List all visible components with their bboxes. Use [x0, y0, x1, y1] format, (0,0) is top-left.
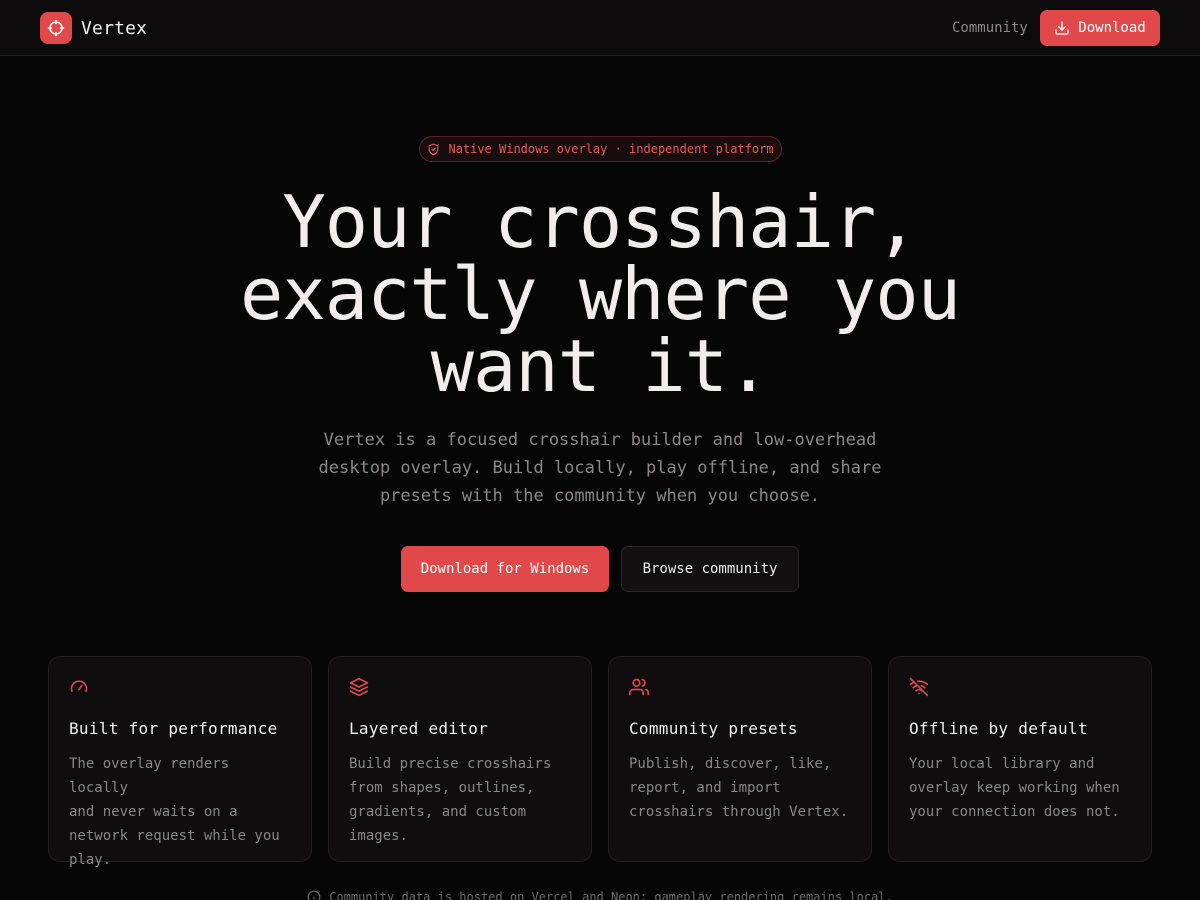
feature-title: Built for performance — [69, 719, 278, 738]
shield-icon — [429, 143, 439, 155]
feature-desc-line: Publish, discover, like, — [629, 756, 832, 772]
hero-title: Your crosshair, exactly where you want i… — [100, 186, 1100, 402]
brand-name: Vertex — [81, 17, 148, 39]
hosting-footnote: Community data is hosted on Vercel and N… — [0, 890, 1200, 900]
hero-subtitle-line: Vertex is a focused crosshair builder an… — [323, 430, 877, 450]
nav-community-link[interactable]: Community — [952, 18, 1028, 38]
feature-desc-line: your connection does not. — [909, 804, 1120, 820]
feature-desc: Build precise crosshairs from shapes, ou… — [349, 752, 571, 848]
wifi-off-icon — [909, 677, 929, 697]
feature-desc-line: images. — [349, 828, 409, 844]
hero-subtitle-line: presets with the community when you choo… — [379, 486, 821, 506]
download-icon — [1055, 21, 1069, 35]
info-icon — [307, 890, 321, 900]
feature-desc-line: network request while you — [69, 828, 280, 844]
layers-icon — [349, 677, 369, 697]
hero-subtitle: Vertex is a focused crosshair builder an… — [270, 426, 930, 510]
feature-title: Offline by default — [909, 719, 1088, 738]
feature-desc-line: overlay keep working when — [909, 780, 1120, 796]
top-nav-bar: Vertex Community Download — [0, 0, 1200, 56]
feature-desc: The overlay renders locally and never wa… — [69, 752, 291, 872]
feature-title: Community presets — [629, 719, 798, 738]
feature-desc-line: play. — [69, 852, 112, 868]
feature-desc-line: report, and import — [629, 780, 781, 796]
feature-desc: Your local library and overlay keep work… — [909, 752, 1131, 824]
hero-title-line: want it. — [430, 324, 771, 408]
hero-title-line: Your crosshair, — [282, 180, 918, 264]
feature-desc-line: and never waits on a — [69, 804, 238, 820]
feature-card-community: Community presets Publish, discover, lik… — [608, 656, 872, 862]
feature-card-editor: Layered editor Build precise crosshairs … — [328, 656, 592, 862]
feature-desc-line: crosshairs through Vertex. — [629, 804, 849, 820]
download-windows-button[interactable]: Download for Windows — [401, 546, 609, 592]
feature-desc-line: Your local library and — [909, 756, 1095, 772]
hero-subtitle-line: desktop overlay. Build locally, play off… — [318, 458, 882, 478]
feature-desc-line: from shapes, outlines, — [349, 780, 535, 796]
feature-desc-line: The overlay renders locally — [69, 756, 230, 796]
header-download-label: Download — [1078, 20, 1146, 36]
crosshair-icon — [40, 12, 72, 44]
feature-card-performance: Built for performance The overlay render… — [48, 656, 312, 868]
feature-desc-line: Build precise crosshairs — [349, 756, 552, 772]
badge-text: Native Windows overlay · independent pla… — [448, 142, 774, 156]
users-icon — [629, 678, 649, 696]
brand[interactable]: Vertex — [40, 12, 147, 44]
feature-card-offline: Offline by default Your local library an… — [888, 656, 1152, 862]
feature-title: Layered editor — [349, 719, 489, 738]
feature-desc: Publish, discover, like, report, and imp… — [629, 752, 851, 824]
footnote-text: Community data is hosted on Vercel and N… — [329, 890, 893, 900]
platform-badge: Native Windows overlay · independent pla… — [419, 136, 782, 162]
feature-desc-line: gradients, and custom — [349, 804, 527, 820]
hero-title-line: exactly where you — [240, 252, 961, 336]
gauge-icon — [70, 680, 88, 692]
header-download-button[interactable]: Download — [1040, 10, 1160, 46]
browse-community-button[interactable]: Browse community — [621, 546, 799, 592]
